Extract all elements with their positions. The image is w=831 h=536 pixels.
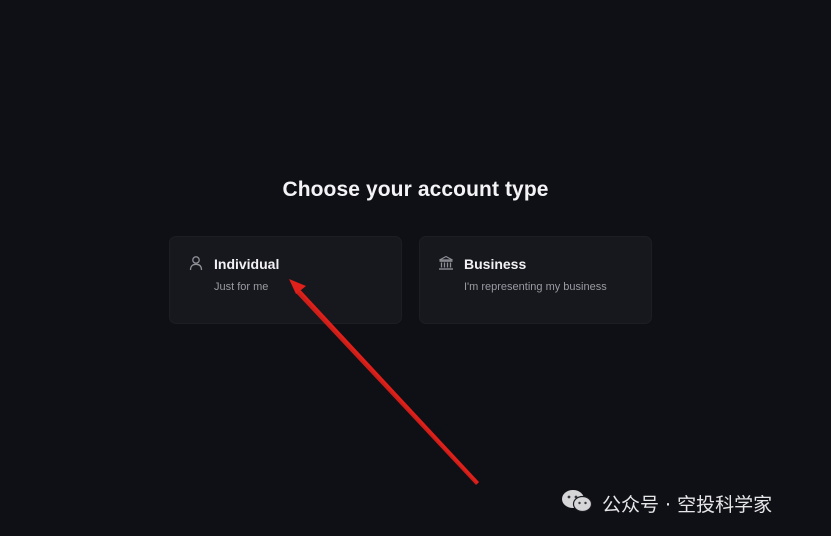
watermark: 公众号 · 空投科学家 [560, 488, 772, 518]
watermark-text: 公众号 · 空投科学家 [602, 493, 773, 516]
wechat-icon [560, 488, 594, 519]
annotation-arrow [289, 279, 479, 485]
